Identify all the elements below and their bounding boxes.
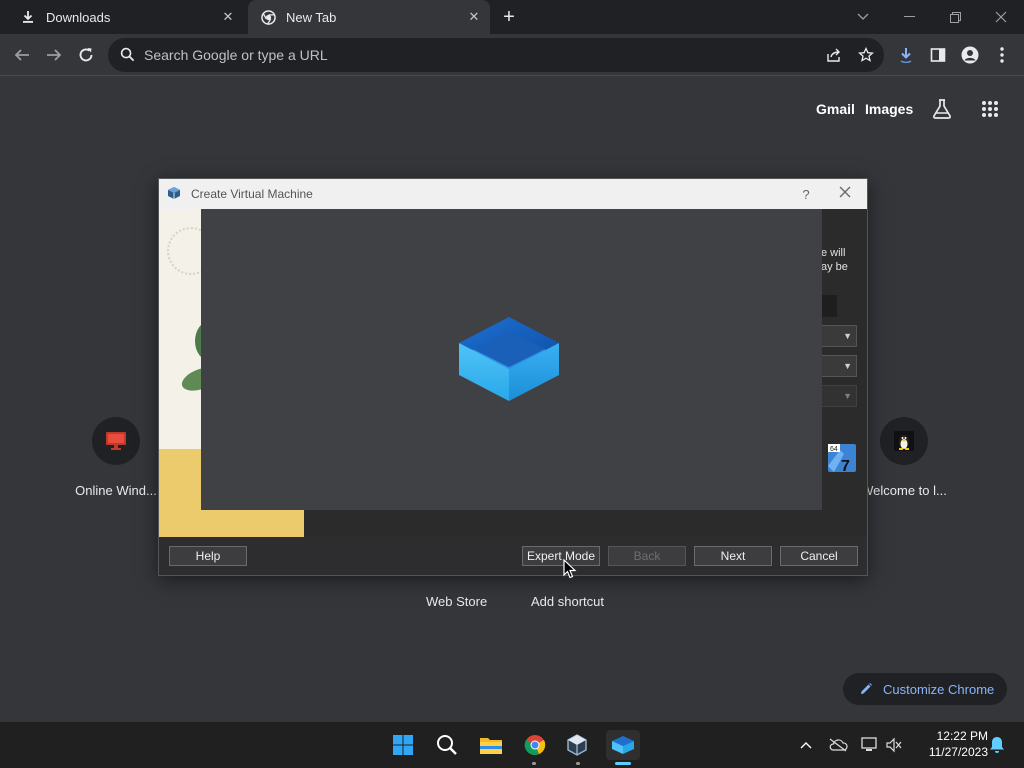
next-button[interactable]: Next [694,546,772,566]
description-text: e will [821,247,846,259]
clock-date: 11/27/2023 [928,745,988,759]
shortcut-tile[interactable]: Online Wind... [60,417,172,507]
close-tab-icon[interactable]: ✕ [218,7,238,27]
tab-title: Downloads [46,9,111,25]
new-tab-button[interactable]: + [498,6,520,28]
running-indicator [576,762,580,765]
chrome-taskbar-icon[interactable] [520,730,550,760]
virtualbox-taskbar-icon[interactable] [562,730,592,760]
windows7-os-icon: 64 7 [826,442,858,475]
back-button[interactable] [10,43,34,67]
dialog-footer: Help Expert Mode Back Next Cancel [159,537,867,575]
bookmark-star-icon[interactable] [854,43,878,67]
restore-button[interactable] [932,0,978,34]
search-input[interactable] [144,47,822,63]
customize-label: Customize Chrome [883,681,995,697]
show-hidden-icons-chevron-icon[interactable] [796,735,816,755]
downloads-icon[interactable] [894,43,918,67]
back-button[interactable]: Back [608,546,686,566]
download-icon [20,9,36,25]
browser-toolbar [0,34,1024,76]
tab-search-chevron-icon[interactable] [840,0,886,34]
start-windows-icon[interactable] [388,730,418,760]
customize-chrome-button[interactable]: Customize Chrome [843,673,1007,705]
tab-downloads[interactable]: Downloads ✕ [8,0,244,34]
mouse-cursor-icon [563,558,577,579]
network-monitor-icon[interactable] [860,735,880,755]
add-shortcut-link[interactable]: Add shortcut [531,594,604,609]
dialog-titlebar: Create Virtual Machine ? [159,179,867,209]
pencil-icon [859,681,875,697]
context-help-button[interactable]: ? [789,187,823,202]
virtualbox-icon [167,186,183,202]
web-store-link[interactable]: Web Store [426,594,487,609]
name-field[interactable] [821,295,837,317]
taskbar: 12:22 PM 11/27/2023 [0,721,1024,768]
edition-combobox[interactable]: ▼ [821,385,857,407]
description-text: ay be [821,261,848,273]
cloud-offline-icon[interactable] [828,735,848,755]
search-icon[interactable] [432,730,462,760]
active-indicator [615,762,631,765]
volume-muted-icon[interactable] [884,735,904,755]
menu-kebab-icon[interactable] [990,43,1014,67]
omnibox[interactable] [108,38,884,72]
profile-icon[interactable] [958,43,982,67]
tab-title: New Tab [286,9,337,25]
iso-combobox[interactable]: ▼ [821,355,857,377]
tab-new-tab[interactable]: New Tab ✕ [248,0,490,34]
dialog-title: Create Virtual Machine [191,187,313,201]
share-icon[interactable] [822,43,846,67]
labs-flask-icon[interactable] [929,96,955,122]
app-box-logo-icon [451,309,567,405]
dialog-close-button[interactable] [823,185,867,203]
apps-grid-icon[interactable] [977,96,1003,122]
images-link[interactable]: Images [865,101,913,117]
monitor-icon [92,417,140,465]
help-button[interactable]: Help [169,546,247,566]
splash-window [201,209,822,510]
side-panel-icon[interactable] [926,43,950,67]
forward-button[interactable] [42,43,66,67]
folder-combobox[interactable]: ▼ [821,325,857,347]
file-explorer-icon[interactable] [476,730,506,760]
os-badge: 64 [830,446,838,453]
expert-mode-button[interactable]: Expert Mode [522,546,600,566]
close-window-button[interactable] [978,0,1024,34]
system-clock[interactable]: 12:22 PM 11/27/2023 [908,728,988,760]
running-indicator [532,762,536,765]
chrome-icon [260,9,276,25]
os-version: 7 [841,458,850,474]
tab-strip: Downloads ✕ New Tab ✕ + [0,0,1024,34]
cancel-button[interactable]: Cancel [780,546,858,566]
close-tab-icon[interactable]: ✕ [464,7,484,27]
gmail-link[interactable]: Gmail [816,101,855,117]
search-icon [120,47,136,63]
clock-time: 12:22 PM [936,729,988,743]
minimize-button[interactable] [886,0,932,34]
reload-button[interactable] [74,43,98,67]
notification-bell-icon[interactable] [987,735,1007,755]
penguin-icon [880,417,928,465]
box-app-taskbar-icon[interactable] [606,730,640,760]
shortcut-label: Online Wind... [75,483,157,498]
